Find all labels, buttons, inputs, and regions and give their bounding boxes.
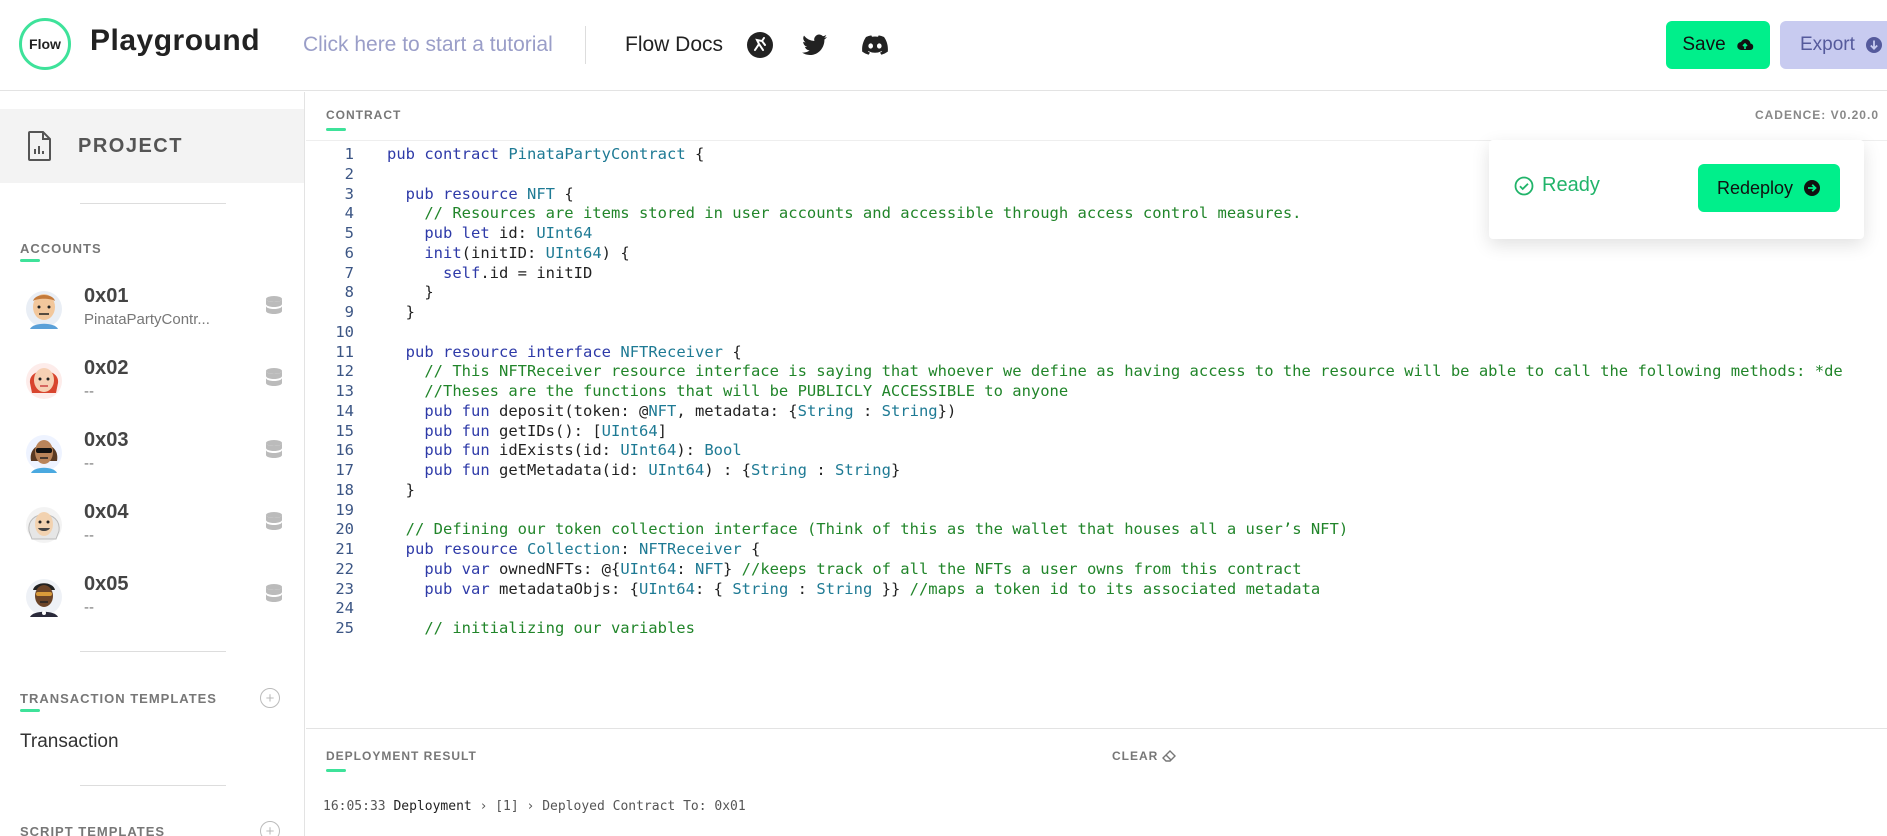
clear-label: CLEAR [1112,749,1159,763]
arrow-right-circle-icon [1804,180,1821,196]
chevron-right-icon: › [526,799,543,814]
account-contracts: -- [84,599,94,616]
export-button[interactable]: Export [1780,21,1887,69]
script-templates-heading: SCRIPT TEMPLATES [20,824,166,836]
accounts-heading: ACCOUNTS [20,241,102,256]
account-address: 0x04 [84,501,129,523]
account-address: 0x01 [84,285,129,307]
log-index: [1] [495,799,519,814]
log-type: Deployment [393,799,472,814]
app-title: Playground [90,24,261,57]
database-icon[interactable] [264,367,284,389]
clear-button[interactable]: CLEAR [1112,749,1177,763]
main-editor-area: CONTRACT CADENCE: V0.20.0 1 pub contract … [306,92,1887,836]
save-button[interactable]: Save [1666,21,1770,69]
cadence-version: CADENCE: V0.20.0 [1754,108,1879,122]
account-contracts: -- [84,383,94,400]
account-contracts: PinataPartyContr... [84,311,210,328]
discord-icon[interactable] [860,30,890,60]
document-chart-icon [28,131,51,161]
result-underline [326,769,346,772]
flow-logo[interactable]: Flow [19,18,71,70]
database-icon[interactable] [264,511,284,533]
account-contracts: -- [84,455,94,472]
account-item-0x04[interactable]: 0x04 -- [0,497,304,561]
cadence-runner-icon[interactable] [745,30,775,60]
deployment-result-panel: DEPLOYMENT RESULT CLEAR 16:05:33 Deploym… [306,728,1887,836]
deployment-log-entry: 16:05:33 Deployment › [1] › Deployed Con… [323,799,746,814]
top-header: Flow Playground Click here to start a tu… [0,0,1887,91]
avatar [26,435,62,473]
redeploy-label: Redeploy [1716,177,1794,198]
divider [80,651,226,652]
tutorial-link[interactable]: Click here to start a tutorial [303,33,553,57]
database-icon[interactable] [264,583,284,605]
log-time: 16:05:33 [323,799,386,814]
accounts-underline [20,259,40,262]
avatar [26,507,62,543]
add-transaction-icon[interactable]: + [260,688,280,708]
account-item-0x02[interactable]: 0x02 -- [0,353,304,417]
deploy-status-card: Ready Redeploy [1489,140,1864,239]
transaction-underline [20,709,40,712]
cloud-upload-icon [1736,39,1753,51]
account-address: 0x02 [84,357,129,379]
export-label: Export [1800,34,1855,55]
account-contracts: -- [84,527,94,544]
avatar [26,579,62,617]
avatar [26,291,62,329]
account-address: 0x03 [84,429,129,451]
account-item-0x03[interactable]: 0x03 -- [0,425,304,489]
header-divider [585,26,586,64]
code-line[interactable]: 25 // initializing our variables [306,616,1887,640]
status-indicator: Ready [1514,174,1600,197]
status-text: Ready [1542,174,1600,196]
database-icon[interactable] [264,439,284,461]
arrow-down-circle-icon [1865,37,1882,53]
contract-label: CONTRACT [326,108,402,122]
account-address: 0x05 [84,573,129,595]
deployment-result-label: DEPLOYMENT RESULT [326,749,477,763]
log-message: Deployed Contract To: 0x01 [542,799,746,814]
check-circle-icon [1514,176,1534,195]
transaction-template-item[interactable]: Transaction [20,731,119,753]
account-item-0x01[interactable]: 0x01 PinataPartyContr... [0,281,304,345]
eraser-icon [1162,750,1177,762]
twitter-icon[interactable] [800,30,830,60]
avatar [26,363,62,399]
account-item-0x05[interactable]: 0x05 -- [0,569,304,633]
transaction-templates-heading: TRANSACTION TEMPLATES [20,691,217,706]
line-number: 25 [335,619,354,637]
chevron-right-icon: › [479,799,496,814]
divider [80,785,226,786]
database-icon[interactable] [264,295,284,317]
redeploy-button[interactable]: Redeploy [1698,164,1840,212]
divider [80,203,226,204]
flow-docs-link[interactable]: Flow Docs [625,33,723,57]
project-label: PROJECT [78,134,183,157]
code-text: // initializing our variables [424,619,695,637]
project-tab[interactable]: PROJECT [0,109,304,183]
contract-underline [326,128,346,131]
sidebar: PROJECT ACCOUNTS 0x01 PinataPartyContr..… [0,92,305,836]
add-script-icon[interactable]: + [260,821,280,836]
save-label: Save [1682,34,1726,55]
